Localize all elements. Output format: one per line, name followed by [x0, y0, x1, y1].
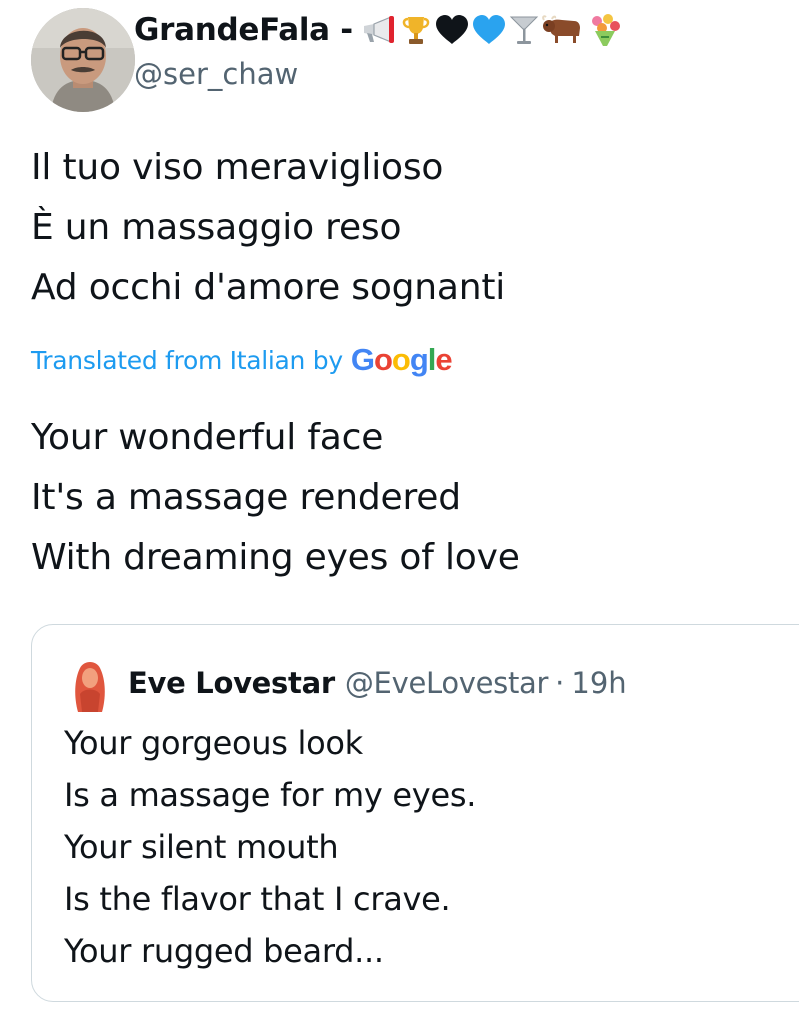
translation-attribution[interactable]: Translated from Italian by Google [31, 340, 453, 380]
google-letter: o [391, 342, 411, 377]
author-display-name[interactable]: GrandeFala - [134, 12, 353, 48]
author-names: GrandeFala - @ser_chaw [134, 8, 774, 94]
quoted-tweet-header: Eve Lovestar @EveLovestar · 19h [66, 653, 627, 713]
quoted-handle[interactable]: @EveLovestar [345, 666, 549, 700]
translation-line: With dreaming eyes of love [31, 537, 520, 578]
quoted-display-name[interactable]: Eve Lovestar [128, 666, 335, 700]
tweet-header [31, 8, 135, 112]
google-letter: o [373, 342, 393, 377]
tweet: GrandeFala - @ser_chaw Il tuo viso merav… [0, 0, 799, 1023]
original-line: Ad occhi d'amore sognanti [31, 267, 506, 308]
original-line: Il tuo viso meraviglioso [31, 147, 444, 188]
author-handle[interactable]: @ser_chaw [134, 54, 774, 94]
bouquet-icon [587, 13, 623, 47]
translated-label[interactable]: Translated from Italian by [31, 346, 343, 375]
quoted-line: Your silent mouth [64, 828, 339, 866]
translation-line: Your wonderful face [31, 417, 384, 458]
separator-dot: · [555, 666, 565, 700]
quoted-line: Your rugged beard... [64, 932, 384, 970]
display-name-row: GrandeFala - [134, 8, 774, 52]
translation-line: It's a massage rendered [31, 477, 461, 518]
tweet-original-text: Il tuo viso meraviglioso È un massaggio … [31, 138, 505, 318]
quoted-author-avatar[interactable] [66, 654, 114, 712]
google-logo[interactable]: Google [350, 342, 453, 378]
quoted-line: Your gorgeous look [64, 724, 363, 762]
quoted-tweet[interactable]: Eve Lovestar @EveLovestar · 19h Your gor… [31, 624, 799, 1002]
quoted-line: Is the flavor that I crave. [64, 880, 451, 918]
google-letter: e [435, 342, 452, 377]
author-avatar[interactable] [31, 8, 135, 112]
quoted-line: Is a massage for my eyes. [64, 776, 477, 814]
quoted-timestamp[interactable]: 19h [571, 666, 626, 700]
tweet-translation-text: Your wonderful face It's a massage rende… [31, 408, 520, 588]
trophy-icon [400, 14, 432, 46]
black-heart-icon [435, 15, 469, 45]
original-line: È un massaggio reso [31, 207, 402, 248]
quoted-tweet-text: Your gorgeous look Is a massage for my e… [64, 717, 476, 977]
blue-heart-icon [472, 15, 506, 45]
google-letter: G [350, 342, 375, 377]
ox-icon [542, 14, 584, 46]
google-letter: g [409, 342, 429, 377]
cocktail-glass-icon [509, 14, 539, 46]
megaphone-icon [361, 15, 397, 45]
